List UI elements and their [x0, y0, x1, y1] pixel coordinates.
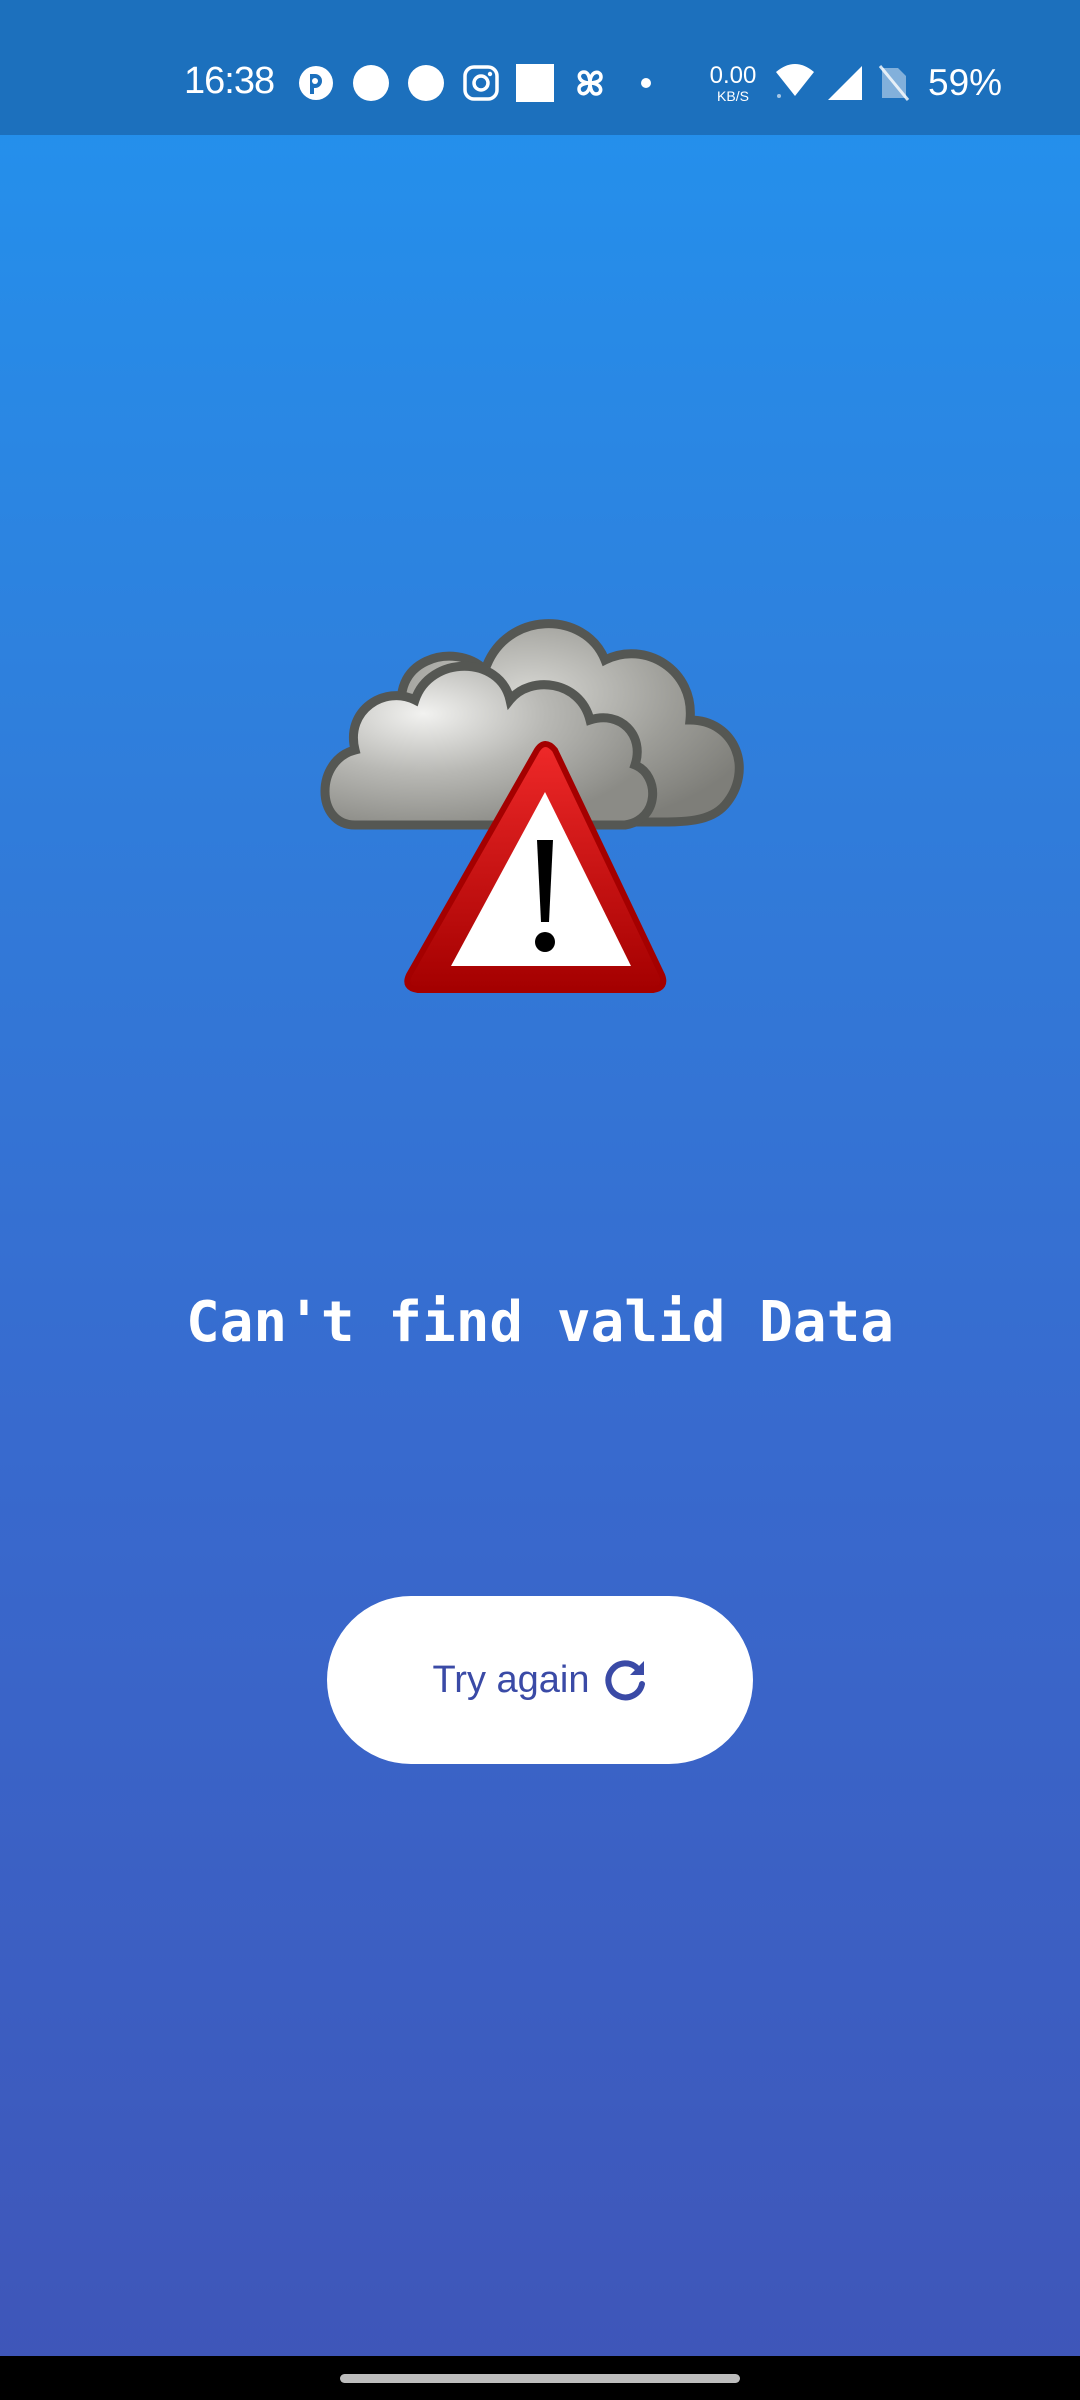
navigation-bar [0, 2356, 1080, 2400]
circle-notification-icon [353, 65, 389, 101]
try-again-button[interactable]: Try again [327, 1596, 753, 1764]
square-notification-icon [516, 64, 554, 102]
status-bar: 16:38 0.00 KB/S 59% [0, 0, 1080, 135]
try-again-label: Try again [432, 1658, 590, 1701]
dot-icon [641, 78, 651, 88]
app-screen: 16:38 0.00 KB/S 59% Can't find valid Dat… [0, 0, 1080, 2400]
no-sim-icon [878, 65, 910, 101]
network-speed-value: 0.00 [709, 62, 757, 89]
cell-signal-icon [828, 66, 862, 100]
instagram-icon [463, 65, 499, 101]
weather-warning-icon [320, 619, 744, 993]
app-notification-icon [299, 66, 333, 100]
circle-notification-icon [408, 65, 444, 101]
battery-percent: 59% [928, 62, 1003, 103]
refresh-icon [604, 1660, 645, 1701]
home-indicator[interactable] [340, 2374, 740, 2383]
status-time: 16:38 [184, 60, 275, 102]
network-speed-unit: KB/S [717, 88, 749, 104]
wifi-icon [776, 64, 814, 98]
error-message: Can't find valid Data [185, 1290, 894, 1355]
network-speed: 0.00 KB/S [705, 62, 761, 104]
fan-icon [577, 70, 603, 96]
